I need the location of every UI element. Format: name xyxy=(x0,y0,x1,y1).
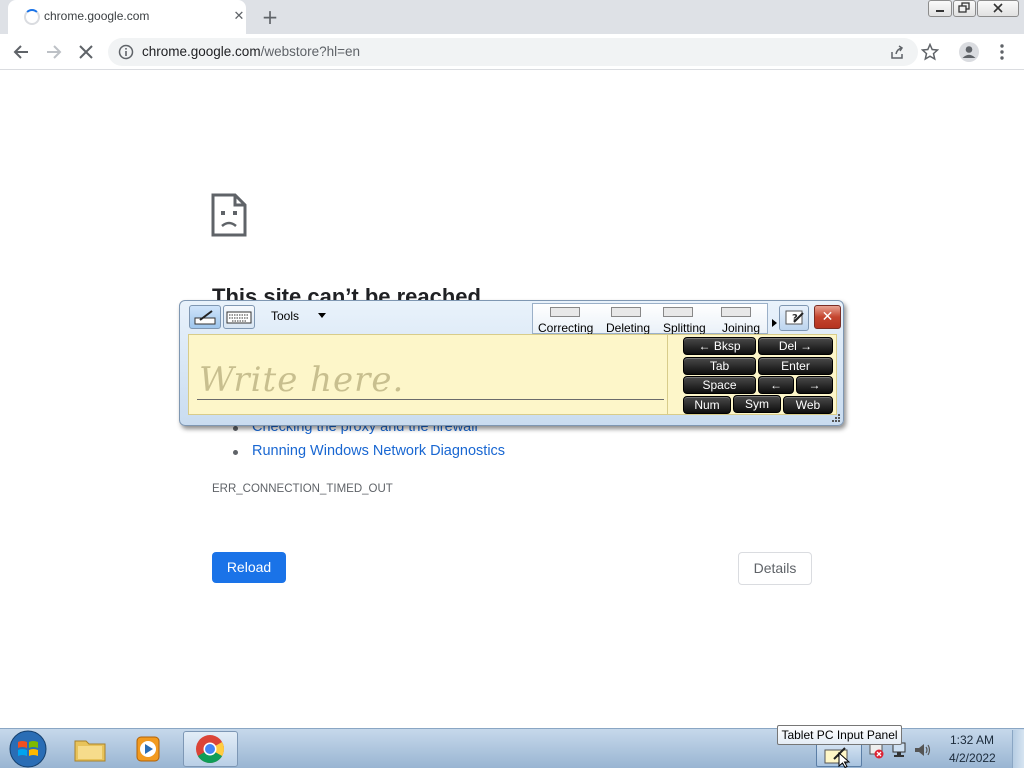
loading-spinner-icon xyxy=(24,9,40,25)
clock-date[interactable]: 4/2/2022 xyxy=(949,751,996,765)
chevron-right-icon[interactable] xyxy=(772,319,777,327)
clock-time[interactable]: 1:32 AM xyxy=(950,733,994,747)
correcting-gesture-icon xyxy=(550,307,580,317)
tools-menu[interactable]: Tools xyxy=(271,309,299,323)
back-arrow-icon[interactable] xyxy=(11,42,31,62)
num-key[interactable]: Num xyxy=(683,396,731,414)
tab[interactable]: chrome.google.com ✕ xyxy=(8,0,246,34)
input-panel-close-button[interactable]: ✕ xyxy=(814,305,841,329)
new-tab-button[interactable]: + xyxy=(258,6,282,30)
folder-icon xyxy=(74,740,106,762)
writing-pad-icon xyxy=(194,310,216,325)
mouse-cursor-icon xyxy=(838,752,851,768)
window-close-button[interactable] xyxy=(977,0,1019,17)
forward-arrow-icon[interactable] xyxy=(44,42,64,62)
taskbar-media-player-button[interactable] xyxy=(127,731,169,767)
keyboard-button[interactable] xyxy=(223,305,255,329)
backspace-key[interactable]: ← Bksp xyxy=(683,337,756,355)
tab-close-icon[interactable]: ✕ xyxy=(231,9,247,25)
minimize-button[interactable] xyxy=(928,0,952,17)
tablet-input-panel[interactable]: Tools Correcting Deleting Splitting Join… xyxy=(179,300,844,426)
start-button[interactable] xyxy=(5,729,51,768)
gesture-deleting[interactable]: Deleting xyxy=(606,321,650,335)
sad-page-icon xyxy=(211,193,247,237)
windows-logo-icon xyxy=(9,730,47,768)
writing-area[interactable]: Write here. xyxy=(188,334,668,415)
help-pen-icon: ? xyxy=(785,310,804,325)
deleting-gesture-icon xyxy=(611,307,641,317)
writing-baseline xyxy=(197,399,664,400)
bookmark-star-icon[interactable] xyxy=(921,43,939,61)
url-text: chrome.google.com/webstore?hl=en xyxy=(142,44,360,59)
gesture-correcting[interactable]: Correcting xyxy=(538,321,593,335)
resize-grip-icon[interactable] xyxy=(831,413,841,423)
space-key[interactable]: Space xyxy=(683,376,756,394)
delete-key[interactable]: Del → xyxy=(758,337,833,355)
sym-key[interactable]: Sym xyxy=(733,395,781,413)
media-player-icon xyxy=(136,736,160,762)
url-path: /webstore?hl=en xyxy=(260,44,361,59)
close-icon xyxy=(993,3,1003,13)
help-button[interactable]: ? xyxy=(779,305,809,331)
tab-title: chrome.google.com xyxy=(44,9,150,23)
taskbar-chrome-button[interactable] xyxy=(183,731,238,767)
enter-key[interactable]: Enter xyxy=(758,357,833,375)
restore-button[interactable] xyxy=(953,0,976,17)
tab-strip: chrome.google.com ✕ + xyxy=(0,0,1024,34)
profile-avatar-icon[interactable] xyxy=(958,41,980,63)
taskbar-explorer-button[interactable] xyxy=(69,731,111,767)
tray-tooltip: Tablet PC Input Panel xyxy=(777,725,902,745)
gesture-splitting[interactable]: Splitting xyxy=(663,321,706,335)
stop-loading-icon[interactable] xyxy=(76,42,96,62)
minimize-icon xyxy=(936,10,944,12)
splitting-gesture-icon xyxy=(663,307,693,317)
restore-icon xyxy=(958,2,970,13)
show-desktop-button[interactable] xyxy=(1012,730,1024,768)
keyboard-icon xyxy=(226,311,252,324)
url-host: chrome.google.com xyxy=(142,44,261,59)
suggestion-link[interactable]: Running Windows Network Diagnostics xyxy=(252,443,505,459)
menu-kebab-icon[interactable] xyxy=(996,43,1008,61)
quick-keys: ← Bksp Del → Tab Enter Space ← → Num Sym… xyxy=(668,334,837,415)
gesture-strip: Correcting Deleting Splitting Joining xyxy=(532,303,768,335)
write-here-hint: Write here. xyxy=(199,360,405,400)
share-icon[interactable] xyxy=(889,44,905,60)
writing-pad-button[interactable] xyxy=(189,305,221,329)
joining-gesture-icon xyxy=(721,307,751,317)
suggestion-item[interactable]: Running Windows Network Diagnostics xyxy=(233,443,505,459)
reload-button[interactable]: Reload xyxy=(212,552,286,583)
right-arrow-key[interactable]: → xyxy=(796,376,833,394)
input-panel-toolbar: Tools Correcting Deleting Splitting Join… xyxy=(185,302,841,335)
web-key[interactable]: Web xyxy=(783,396,833,414)
tab-key[interactable]: Tab xyxy=(683,357,756,375)
details-button[interactable]: Details xyxy=(738,552,812,585)
error-code: ERR_CONNECTION_TIMED_OUT xyxy=(212,483,393,495)
chrome-icon xyxy=(196,735,224,763)
volume-icon[interactable] xyxy=(913,741,931,759)
left-arrow-key[interactable]: ← xyxy=(758,376,794,394)
gesture-joining[interactable]: Joining xyxy=(722,321,760,335)
site-info-icon[interactable] xyxy=(118,44,134,60)
chevron-down-icon xyxy=(318,313,326,318)
